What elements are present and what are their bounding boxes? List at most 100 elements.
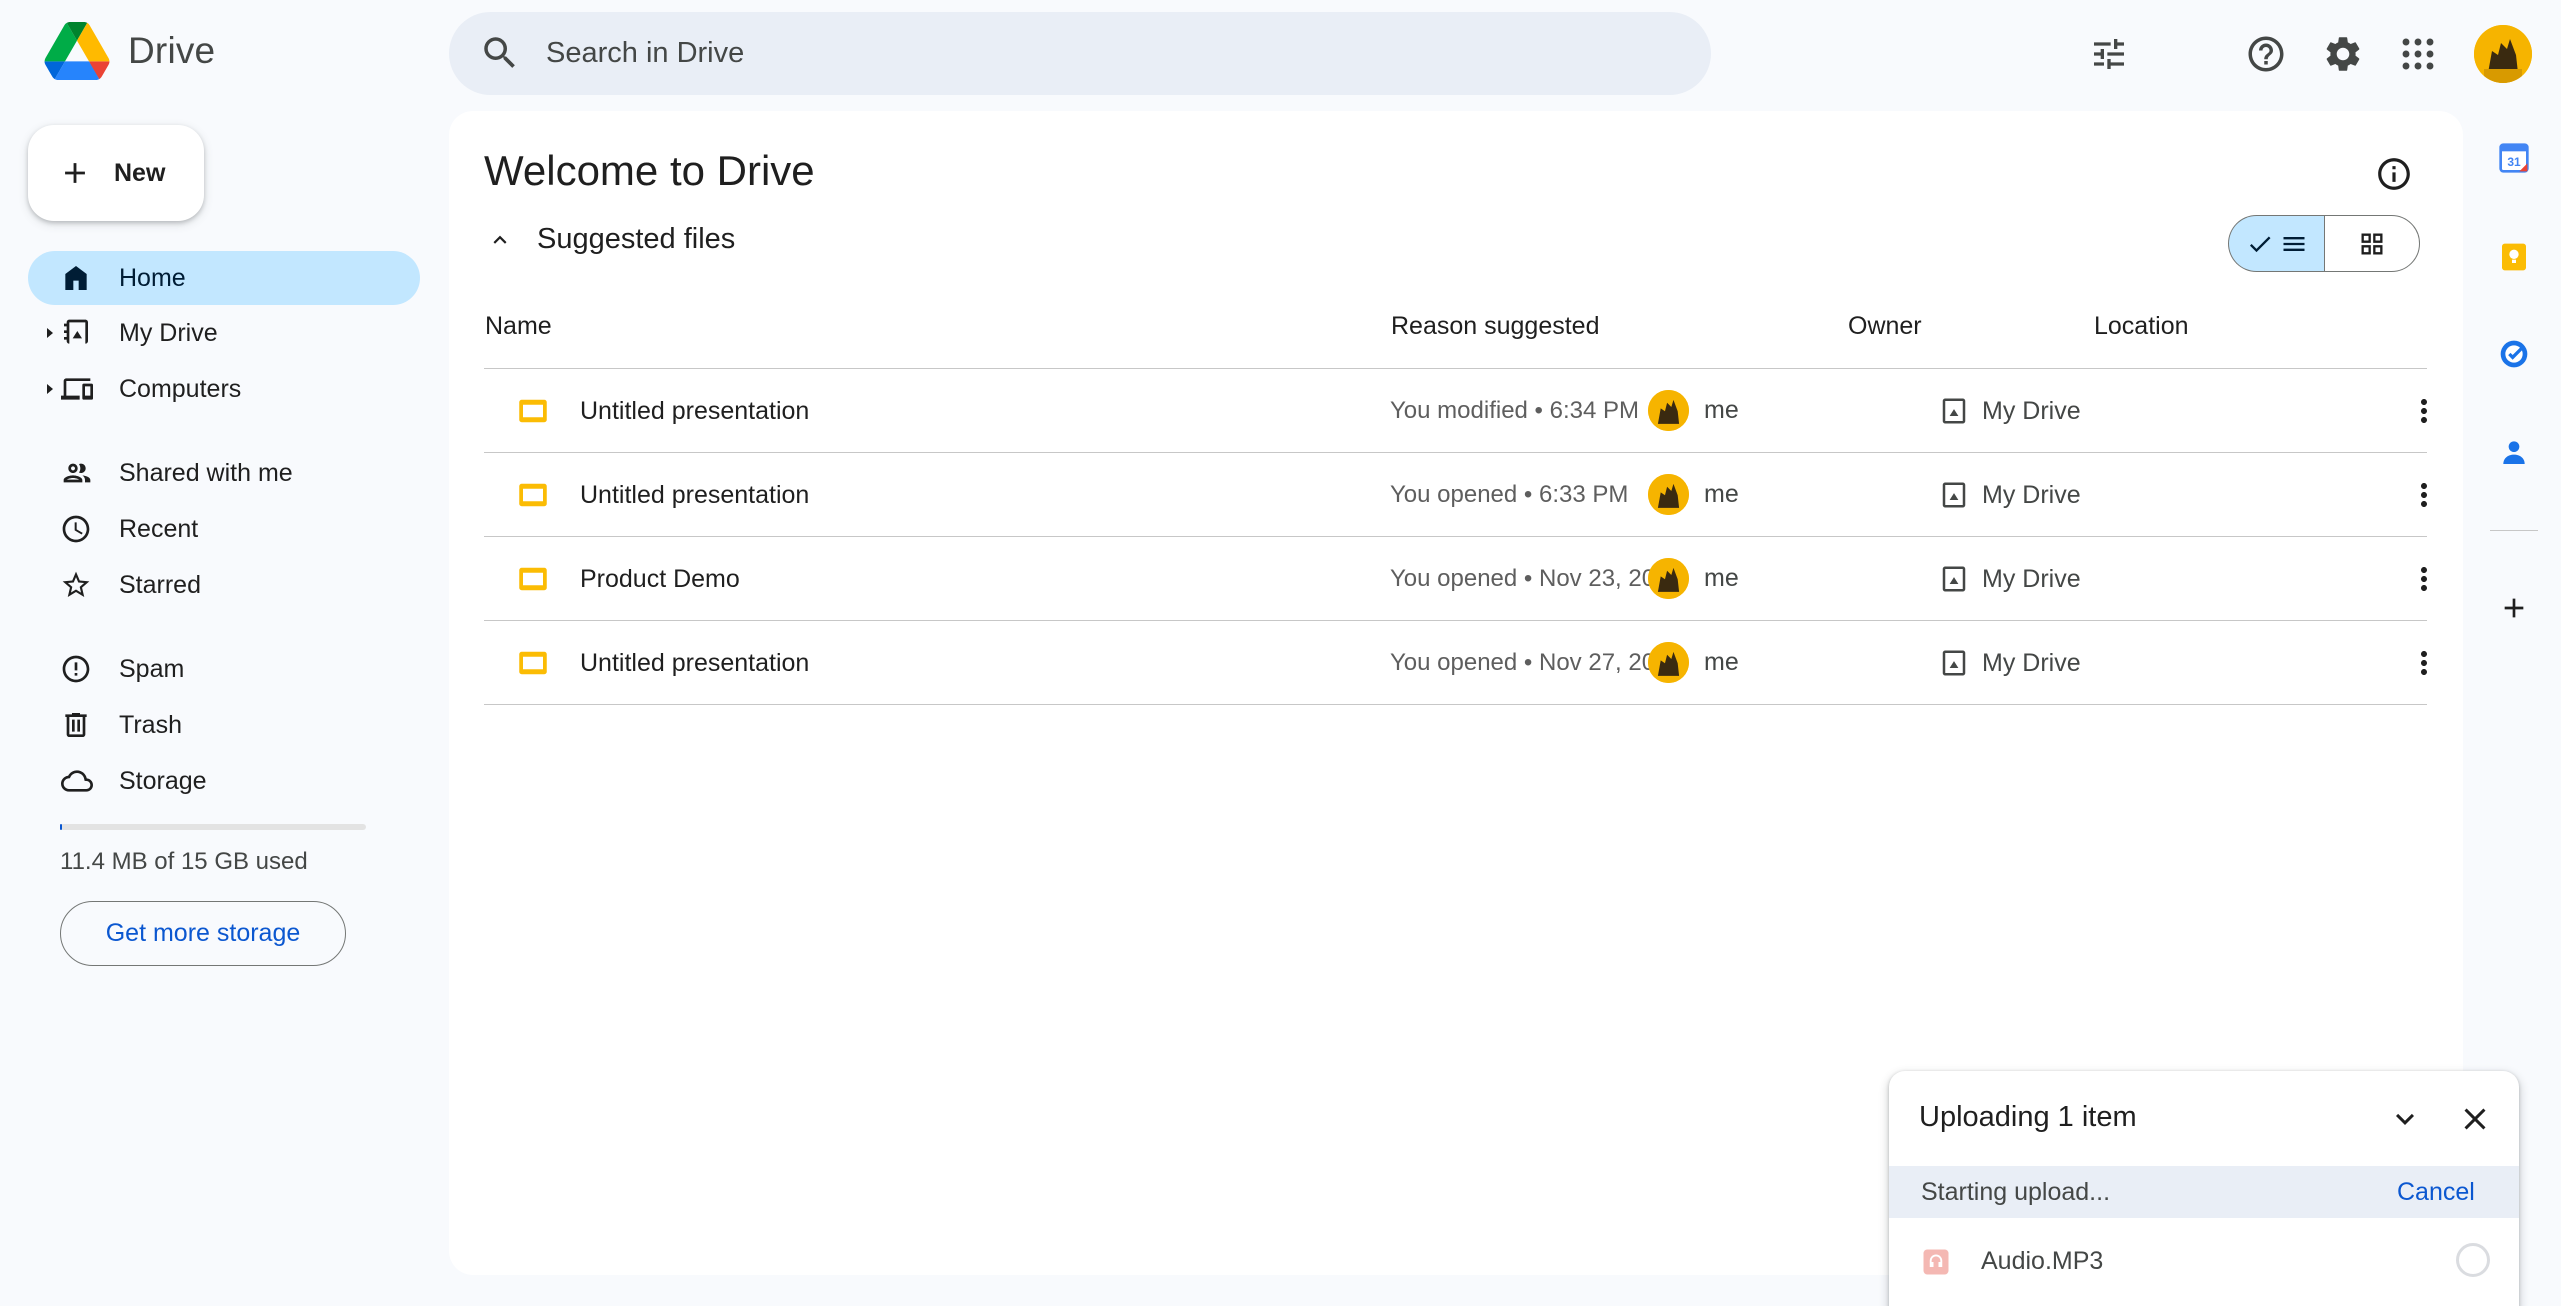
sidebar-item-my-drive[interactable]: My Drive [28, 306, 420, 360]
apps-grid-icon[interactable] [2394, 30, 2442, 78]
list-view-button[interactable] [2228, 215, 2324, 272]
owner-avatar [1648, 558, 1689, 599]
expand-arrow-icon[interactable] [44, 326, 56, 340]
more-actions-icon[interactable] [2406, 393, 2442, 429]
reason-suggested: You opened • 6:33 PM [1390, 481, 1629, 508]
my-drive-icon [60, 317, 92, 349]
star-icon [60, 569, 92, 601]
sidebar-item-label: My Drive [119, 318, 218, 347]
owner-avatar [1648, 642, 1689, 683]
spam-icon [60, 653, 92, 685]
sidebar-item-trash[interactable]: Trash [28, 698, 420, 752]
owner-name: me [1704, 396, 1739, 424]
sidebar-item-label: Spam [119, 654, 185, 683]
grid-view-button[interactable] [2324, 215, 2420, 272]
grid-view-icon [2361, 233, 2383, 254]
sidebar-item-label: Shared with me [119, 458, 293, 487]
sidebar-item-computers[interactable]: Computers [28, 362, 420, 416]
file-location[interactable]: My Drive [1982, 649, 2081, 678]
file-name[interactable]: Product Demo [580, 565, 740, 594]
table-row[interactable]: Untitled presentation You modified • 6:3… [484, 369, 2427, 453]
sidebar-item-spam[interactable]: Spam [28, 642, 420, 696]
chevron-down-icon[interactable] [2387, 1101, 2423, 1137]
cloud-icon [60, 765, 94, 797]
column-header-location: Location [2094, 312, 2189, 340]
more-actions-icon[interactable] [2406, 477, 2442, 513]
table-row[interactable]: Untitled presentation You opened • Nov 2… [484, 621, 2427, 705]
drive-logo[interactable]: Drive [44, 22, 215, 80]
search-icon[interactable] [479, 32, 521, 74]
suggested-files-toggle[interactable]: Suggested files [487, 223, 735, 256]
owner-name: me [1704, 648, 1739, 676]
help-icon[interactable] [2242, 30, 2290, 78]
home-icon [60, 262, 92, 294]
file-location[interactable]: My Drive [1982, 565, 2081, 594]
drive-logo-icon [44, 22, 110, 80]
owner-avatar [1648, 390, 1689, 431]
account-avatar[interactable] [2474, 25, 2532, 83]
settings-gear-icon[interactable] [2319, 30, 2367, 78]
storage-usage-text: 11.4 MB of 15 GB used [60, 848, 308, 875]
list-view-icon [2283, 236, 2304, 251]
side-panel-divider [2490, 530, 2538, 531]
app-name: Drive [128, 30, 216, 71]
sidebar-item-label: Recent [119, 514, 199, 543]
new-button-label: New [114, 158, 166, 187]
sidebar-item-starred[interactable]: Starred [28, 558, 420, 612]
reason-suggested: You modified • 6:34 PM [1390, 397, 1639, 424]
storage-usage-fill [60, 824, 62, 830]
contacts-icon[interactable] [2498, 436, 2530, 468]
section-label: Suggested files [537, 223, 736, 255]
table-divider [484, 704, 2427, 705]
keep-icon[interactable] [2498, 241, 2530, 273]
column-header-owner: Owner [1848, 312, 1922, 340]
sidebar-item-recent[interactable]: Recent [28, 502, 420, 556]
new-button[interactable]: New [28, 125, 204, 221]
expand-arrow-icon[interactable] [44, 382, 56, 396]
owner-name: me [1704, 480, 1739, 508]
more-actions-icon[interactable] [2406, 561, 2442, 597]
file-name[interactable]: Untitled presentation [580, 397, 809, 426]
clock-icon [60, 513, 92, 545]
file-location[interactable]: My Drive [1982, 397, 2081, 426]
upload-title: Uploading 1 item [1919, 1101, 2137, 1133]
column-header-name[interactable]: Name [485, 312, 552, 341]
upload-status-text: Starting upload... [1921, 1178, 2111, 1206]
sidebar-item-storage[interactable]: Storage [28, 754, 420, 808]
search-bar[interactable] [449, 12, 2124, 95]
get-more-storage-button[interactable]: Get more storage [60, 901, 346, 966]
search-options-icon[interactable] [2089, 34, 2129, 74]
table-row[interactable]: Untitled presentation You opened • 6:33 … [484, 453, 2427, 537]
upload-status-bar: Starting upload... Cancel [1889, 1166, 2519, 1218]
file-name[interactable]: Untitled presentation [580, 649, 809, 678]
add-addon-plus-icon[interactable] [2498, 592, 2530, 624]
my-drive-icon [1939, 396, 1969, 426]
trash-icon [60, 709, 92, 741]
table-row[interactable]: Product Demo You opened • Nov 23, 2024 m… [484, 537, 2427, 621]
calendar-icon[interactable]: 31 [2498, 142, 2530, 174]
storage-usage-bar [60, 824, 366, 830]
slides-file-icon [518, 564, 548, 594]
close-icon[interactable] [2457, 1101, 2493, 1137]
cancel-upload-button[interactable]: Cancel [2397, 1178, 2475, 1207]
info-icon[interactable] [2375, 155, 2413, 193]
more-actions-icon[interactable] [2406, 645, 2442, 681]
column-header-reason: Reason suggested [1391, 312, 1600, 340]
file-name[interactable]: Untitled presentation [580, 481, 809, 510]
page-title: Welcome to Drive [484, 147, 815, 194]
sidebar-item-label: Starred [119, 570, 201, 599]
sidebar-item-label: Trash [119, 710, 182, 739]
search-input[interactable] [546, 12, 1566, 95]
reason-suggested: You opened • Nov 23, 2024 [1390, 565, 1682, 592]
upload-list-item[interactable]: Audio.MP3 [1889, 1231, 2519, 1291]
upload-progress-spinner [2456, 1243, 2490, 1277]
file-location[interactable]: My Drive [1982, 481, 2081, 510]
reason-suggested: You opened • Nov 27, 2024 [1390, 649, 1682, 676]
sidebar-item-shared-with-me[interactable]: Shared with me [28, 446, 420, 500]
view-toggle [2228, 215, 2420, 272]
upload-panel: Uploading 1 item Starting upload... Canc… [1889, 1071, 2519, 1306]
tasks-icon[interactable] [2498, 338, 2530, 370]
audio-file-icon [1921, 1247, 1951, 1277]
shared-people-icon [60, 457, 94, 489]
sidebar-item-home[interactable]: Home [28, 251, 420, 305]
